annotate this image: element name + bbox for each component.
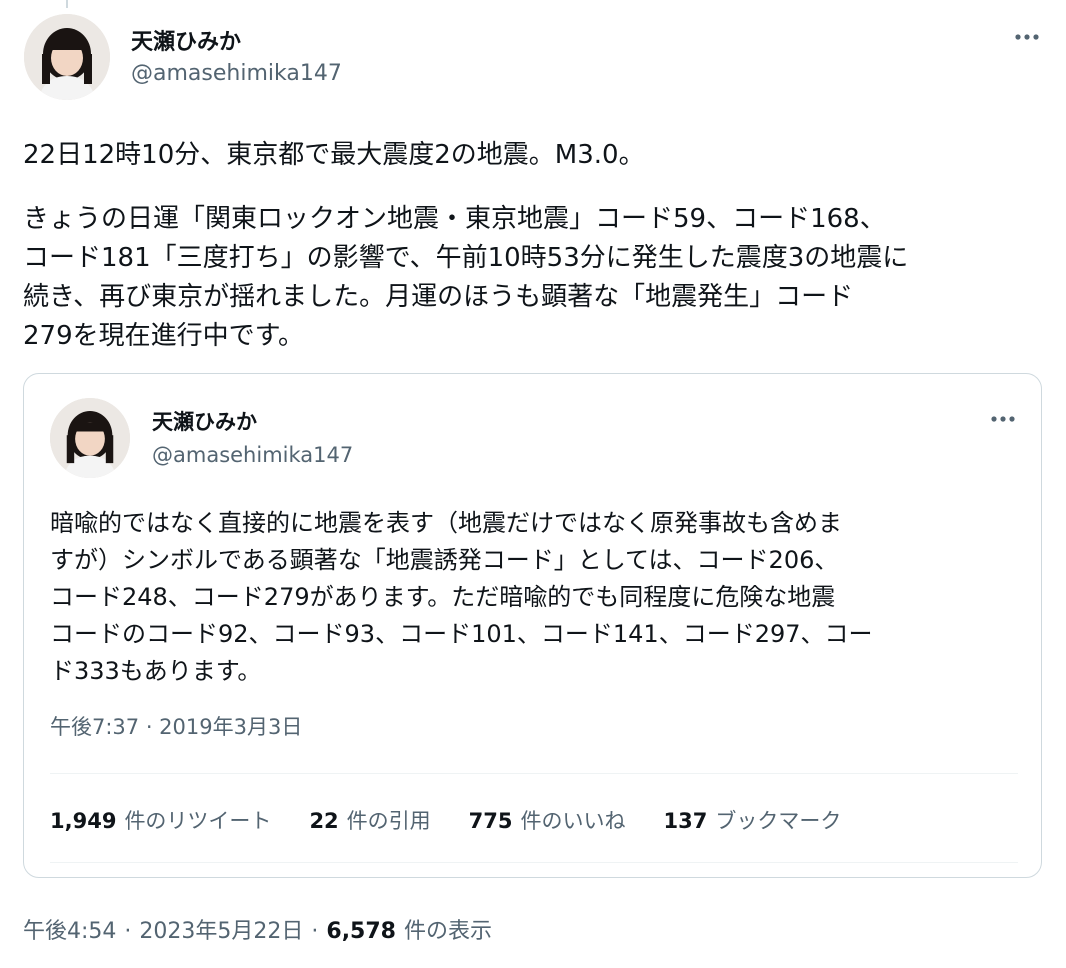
like-count: 775 — [468, 809, 513, 833]
quote-count: 22 — [309, 809, 339, 833]
quoted-author-handle[interactable]: @amasehimika147 — [152, 443, 353, 467]
retweet-label: 件のリツイート — [124, 809, 272, 833]
quoted-body-line: すが）シンボルである顕著な「地震誘発コード」としては、コード206、 — [50, 546, 839, 574]
tweet-body-line: 279を現在進行中です。 — [23, 321, 305, 351]
views-count[interactable]: 6,578 — [326, 919, 396, 944]
quoted-divider-bottom — [50, 862, 1018, 863]
tweet-body: 22日12時10分、東京都で最大震度2の地震。M3.0。 きょうの日運「関東ロッ… — [23, 137, 908, 351]
quote-count-stat[interactable]: 22 件の引用 — [309, 805, 430, 835]
like-label: 件のいいね — [520, 809, 626, 833]
retweet-count-stat[interactable]: 1,949 件のリツイート — [50, 805, 271, 835]
tweet-date[interactable]: 2023年5月22日 — [139, 913, 303, 945]
author-avatar[interactable] — [24, 14, 110, 100]
bookmark-count: 137 — [663, 809, 708, 833]
avatar-photo-icon — [50, 398, 130, 478]
quoted-timestamp[interactable]: 午後7:37 · 2019年3月3日 — [50, 711, 302, 741]
footer-separator: · — [124, 919, 132, 944]
tweet-footer: 午後4:54 · 2023年5月22日 · 6,578 件の表示 — [23, 913, 492, 945]
quoted-author-name[interactable]: 天瀬ひみか — [152, 406, 257, 436]
more-options-icon — [991, 416, 1015, 422]
quoted-divider-top — [50, 773, 1018, 774]
more-options-button[interactable] — [1010, 20, 1044, 54]
tweet-body-line: 22日12時10分、東京都で最大震度2の地震。M3.0。 — [23, 140, 645, 170]
quoted-tweet-body: 暗喩的ではなく直接的に地震を表す（地震だけではなく原発事故も含めま すが）シンボ… — [50, 505, 873, 690]
bookmark-label: ブックマーク — [715, 809, 842, 833]
quoted-stats-bar: 1,949 件のリツイート 22 件の引用 775 件のいいね 137 ブックマ… — [50, 805, 879, 835]
views-label: 件の表示 — [403, 919, 492, 944]
tweet-time[interactable]: 午後4:54 — [23, 913, 116, 945]
tweet-body-line: コード181「三度打ち」の影響で、午前10時53分に発生した震度3の地震に — [23, 243, 909, 273]
quoted-body-line: 暗喩的ではなく直接的に地震を表す（地震だけではなく原発事故も含めま — [50, 509, 842, 537]
tweet-body-line: 続き、再び東京が揺れました。月運のほうも顕著な「地震発生」コード — [23, 282, 854, 312]
quoted-more-options-button[interactable] — [986, 402, 1020, 436]
avatar-photo-icon — [24, 14, 110, 100]
quote-label: 件の引用 — [346, 809, 431, 833]
retweet-count: 1,949 — [50, 809, 117, 833]
author-handle[interactable]: @amasehimika147 — [131, 61, 342, 86]
author-name[interactable]: 天瀬ひみか — [131, 24, 241, 56]
like-count-stat[interactable]: 775 件のいいね — [469, 805, 626, 835]
quoted-body-line: コードのコード92、コード93、コード101、コード141、コード297、コー — [50, 620, 873, 648]
tweet-body-line: きょうの日運「関東ロックオン地震・東京地震」コード59、コード168、 — [23, 204, 886, 234]
quoted-body-line: ド333もあります。 — [50, 657, 262, 685]
quoted-author-avatar[interactable] — [50, 398, 130, 478]
bookmark-count-stat[interactable]: 137 ブックマーク — [664, 805, 842, 835]
quoted-body-line: コード248、コード279があります。ただ暗喩的でも同程度に危険な地震 — [50, 583, 836, 611]
thread-connector-line — [66, 0, 68, 8]
more-options-icon — [1015, 34, 1039, 40]
footer-separator: · — [311, 919, 319, 944]
